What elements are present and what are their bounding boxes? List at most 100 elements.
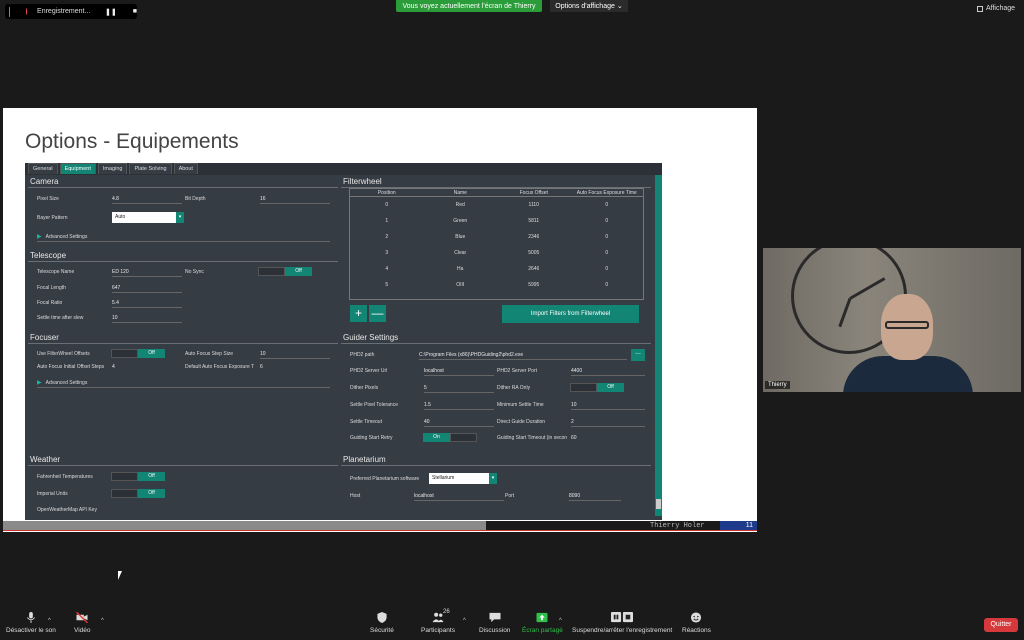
phd2-path-input[interactable]: C:\Program Files (x86)\PHDGuiding2\phd2.… xyxy=(419,352,627,360)
nina-options-window: General Equipment Imaging Plate Solving … xyxy=(25,163,662,520)
settle-timeout-label: Settle Timeout xyxy=(350,419,382,425)
chevron-down-icon: ▾ xyxy=(489,473,497,484)
af-step-input[interactable]: 10 xyxy=(260,351,330,359)
pixel-size-input[interactable]: 4.8 xyxy=(112,196,182,204)
view-options-button[interactable]: Options d'affichage ⌄ xyxy=(550,0,628,12)
table-row[interactable]: 5 OIII 5995 0 xyxy=(350,277,643,293)
table-row[interactable]: 1 Green 5811 0 xyxy=(350,213,643,229)
shared-screen: Options - Equipements General Equipment … xyxy=(3,108,757,532)
focal-length-input[interactable]: 647 xyxy=(112,285,182,293)
pixel-size-label: Pixel Size xyxy=(37,196,59,202)
security-button[interactable]: Sécurité xyxy=(370,612,394,634)
focal-length-label: Focal Length xyxy=(37,285,66,291)
recording-controls-label: Suspendre/arrêter l'enregistrement xyxy=(572,627,673,634)
no-sync-toggle[interactable]: Off xyxy=(258,267,312,276)
participant-video[interactable]: Thierry xyxy=(763,248,1021,392)
participants-caret[interactable]: ^ xyxy=(463,618,466,624)
cell: Red xyxy=(455,202,465,208)
shield-icon xyxy=(9,6,11,17)
tab-imaging[interactable]: Imaging xyxy=(97,163,128,174)
grid-icon xyxy=(977,5,983,12)
stop-recording-button[interactable]: ■ xyxy=(133,8,137,15)
bit-depth-label: Bit Depth xyxy=(185,196,206,202)
reactions-button[interactable]: Réactions xyxy=(682,612,711,634)
tab-about[interactable]: About xyxy=(173,163,198,174)
import-filters-button[interactable]: Import Filters from Filterwheel xyxy=(502,305,639,323)
settle-timeout-input[interactable]: 40 xyxy=(424,419,494,427)
bit-depth-input[interactable]: 16 xyxy=(260,196,330,204)
table-row[interactable]: 4 Ha 2646 0 xyxy=(350,261,643,277)
phd2-url-input[interactable]: localhost xyxy=(424,368,494,376)
recording-controls-button[interactable]: Suspendre/arrêter l'enregistrement xyxy=(572,612,672,634)
table-row[interactable]: 3 Clear 5005 0 xyxy=(350,245,643,261)
host-input[interactable]: localhost xyxy=(414,493,504,501)
microphone-icon xyxy=(26,612,35,623)
camera-advanced-settings[interactable]: ▶ Advanced Settings xyxy=(37,233,330,242)
participants-button[interactable]: 26 Participants xyxy=(421,609,455,634)
use-fw-offsets-label: Use FilterWheel Offsets xyxy=(37,351,90,357)
af-exposure-input[interactable]: 6 xyxy=(260,364,330,371)
tab-general[interactable]: General xyxy=(28,163,58,174)
chat-button[interactable]: Discussion xyxy=(479,612,510,634)
vertical-scrollbar[interactable] xyxy=(655,175,662,516)
view-mode-button[interactable]: Affichage xyxy=(977,5,1015,12)
column-header: Auto Focus Exposure Time xyxy=(576,190,637,196)
tab-plate-solving[interactable]: Plate Solving xyxy=(129,163,172,174)
participant-person xyxy=(843,292,973,392)
share-options-caret[interactable]: ^ xyxy=(559,618,562,624)
cell: 5995 xyxy=(528,282,540,288)
tab-equipment[interactable]: Equipment xyxy=(59,163,96,174)
scrollbar-thumb[interactable] xyxy=(656,499,661,509)
af-initial-input[interactable]: 4 xyxy=(112,364,172,371)
telescope-name-input[interactable]: ED 120 xyxy=(112,269,182,277)
video-options-caret[interactable]: ^ xyxy=(101,618,104,624)
settle-tolerance-label: Settle Pixel Tolerance xyxy=(350,402,398,408)
table-row[interactable]: 0 Red 1110 0 xyxy=(350,197,643,213)
dither-ra-only-toggle[interactable]: Off xyxy=(570,383,624,392)
dither-pixels-input[interactable]: 5 xyxy=(424,385,494,393)
min-settle-input[interactable]: 10 xyxy=(571,402,645,410)
column-header: Position xyxy=(377,190,396,196)
audio-options-caret[interactable]: ^ xyxy=(48,618,51,624)
focal-ratio-input[interactable]: 5.4 xyxy=(112,300,182,308)
video-off-icon xyxy=(76,612,89,623)
guider-section-title: Guider Settings xyxy=(343,333,399,342)
settle-tolerance-input[interactable]: 1.5 xyxy=(424,402,494,410)
port-input[interactable]: 8090 xyxy=(569,493,621,501)
min-settle-label: Minimum Settle Time xyxy=(497,402,544,408)
planetarium-select[interactable]: Stellarium ▾ xyxy=(429,473,497,484)
leave-meeting-button[interactable]: Quitter xyxy=(984,618,1018,632)
cell: 3 xyxy=(385,250,389,256)
video-button[interactable]: Vidéo xyxy=(74,612,91,634)
focuser-advanced-settings[interactable]: ▶ Advanced Settings xyxy=(37,379,330,388)
camera-section-title: Camera xyxy=(30,177,59,186)
start-timeout-input[interactable]: 60 xyxy=(571,435,645,442)
fahrenheit-toggle[interactable]: Off xyxy=(111,472,165,481)
recording-dot-icon xyxy=(26,8,28,15)
remove-filter-button[interactable]: — xyxy=(369,305,386,322)
browse-button[interactable]: ... xyxy=(631,349,645,361)
divider xyxy=(341,343,651,344)
cell: 0 xyxy=(605,266,609,272)
imperial-toggle[interactable]: Off xyxy=(111,489,165,498)
direct-guide-input[interactable]: 2 xyxy=(571,419,645,427)
use-fw-offsets-toggle[interactable]: Off xyxy=(111,349,165,358)
phd2-port-input[interactable]: 4400 xyxy=(571,368,645,376)
view-mode-label: Affichage xyxy=(986,5,1016,12)
toggle-state: Off xyxy=(138,489,165,498)
add-filter-button[interactable]: + xyxy=(350,305,367,322)
dither-ra-only-label: Dither RA Only xyxy=(497,385,531,391)
pause-recording-button[interactable]: ❚❚ xyxy=(105,8,117,16)
cell: 2346 xyxy=(528,234,540,240)
share-screen-button[interactable]: Écran partagé xyxy=(522,612,563,634)
guiding-retry-toggle[interactable]: On xyxy=(423,433,477,442)
phd2-url-label: PHD2 Server Url xyxy=(350,368,388,374)
cell: Ha xyxy=(457,266,464,272)
filter-table-header: Position Name Focus Offset Auto Focus Ex… xyxy=(350,189,643,197)
cell: 2646 xyxy=(528,266,540,272)
table-row[interactable]: 2 Blue 2346 0 xyxy=(350,229,643,245)
settle-time-label: Settle time after slew xyxy=(37,315,84,321)
bayer-select[interactable]: Auto ▾ xyxy=(112,212,184,223)
settle-time-input[interactable]: 10 xyxy=(112,315,182,323)
participants-count: 26 xyxy=(442,609,450,615)
